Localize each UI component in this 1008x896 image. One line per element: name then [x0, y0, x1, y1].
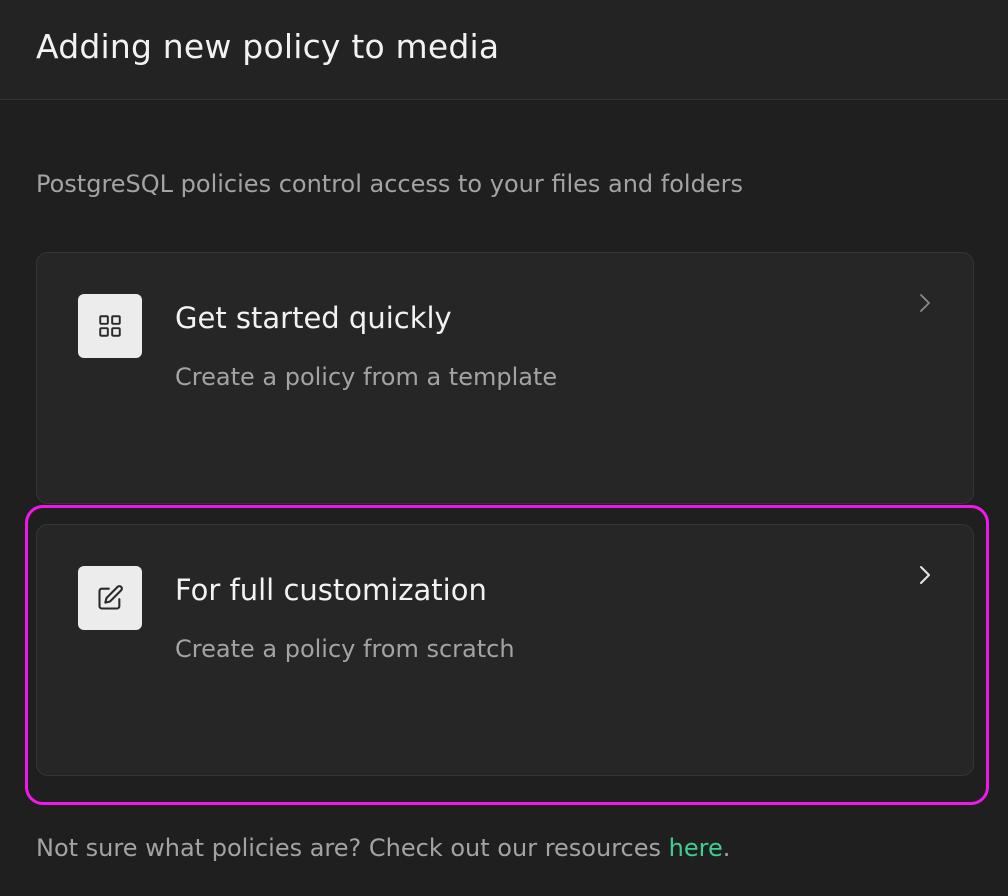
edit-icon — [78, 566, 142, 630]
template-option-card[interactable]: Get started quickly Create a policy from… — [36, 252, 974, 504]
grid-icon — [78, 294, 142, 358]
scratch-option-card[interactable]: For full customization Create a policy f… — [36, 524, 974, 776]
panel-header: Adding new policy to media — [0, 0, 1008, 100]
panel-description: PostgreSQL policies control access to yo… — [36, 170, 743, 198]
footer-suffix: . — [722, 834, 731, 862]
card-title: For full customization — [175, 573, 487, 607]
policy-panel: Adding new policy to media PostgreSQL po… — [0, 0, 1008, 896]
chevron-right-icon — [920, 566, 930, 584]
card-subtitle: Create a policy from a template — [175, 363, 558, 391]
resources-link[interactable]: here — [669, 834, 723, 862]
help-footer: Not sure what policies are? Check out ou… — [36, 832, 730, 864]
card-title: Get started quickly — [175, 301, 452, 335]
footer-text: Not sure what policies are? Check out ou… — [36, 834, 669, 862]
panel-title: Adding new policy to media — [36, 27, 500, 66]
chevron-right-icon — [920, 294, 930, 312]
card-subtitle: Create a policy from scratch — [175, 635, 515, 663]
